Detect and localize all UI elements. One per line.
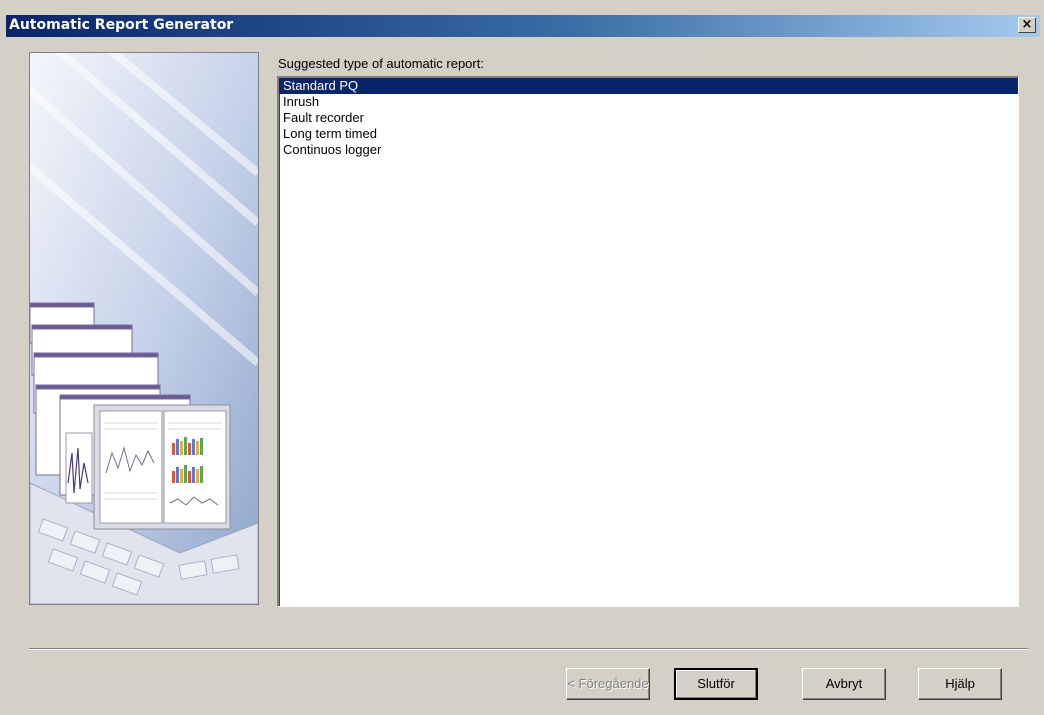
help-button[interactable]: Hjälp: [918, 668, 1002, 700]
previous-button[interactable]: < Föregående: [566, 668, 650, 700]
reports-keyboard-illustration: [30, 53, 258, 604]
button-divider: [29, 648, 1028, 650]
window-title: Automatic Report Generator: [9, 17, 234, 33]
report-type-listbox[interactable]: Standard PQ Inrush Fault recorder Long t…: [277, 76, 1019, 607]
list-item-standard-pq[interactable]: Standard PQ: [279, 78, 1018, 94]
dialog-window: Automatic Report Generator × Suggested t…: [0, 0, 1044, 715]
list-item-continuos-logger[interactable]: Continuos logger: [279, 142, 1018, 158]
close-button[interactable]: ×: [1018, 17, 1036, 33]
list-item-fault-recorder[interactable]: Fault recorder: [279, 110, 1018, 126]
list-item-inrush[interactable]: Inrush: [279, 94, 1018, 110]
wizard-side-illustration: [29, 52, 259, 605]
title-bar[interactable]: Automatic Report Generator ×: [6, 15, 1040, 37]
close-icon: ×: [1021, 17, 1033, 32]
cancel-button[interactable]: Avbryt: [802, 668, 886, 700]
list-item-long-term-timed[interactable]: Long term timed: [279, 126, 1018, 142]
report-type-label: Suggested type of automatic report:: [278, 56, 484, 71]
finish-button[interactable]: Slutför: [674, 668, 758, 700]
